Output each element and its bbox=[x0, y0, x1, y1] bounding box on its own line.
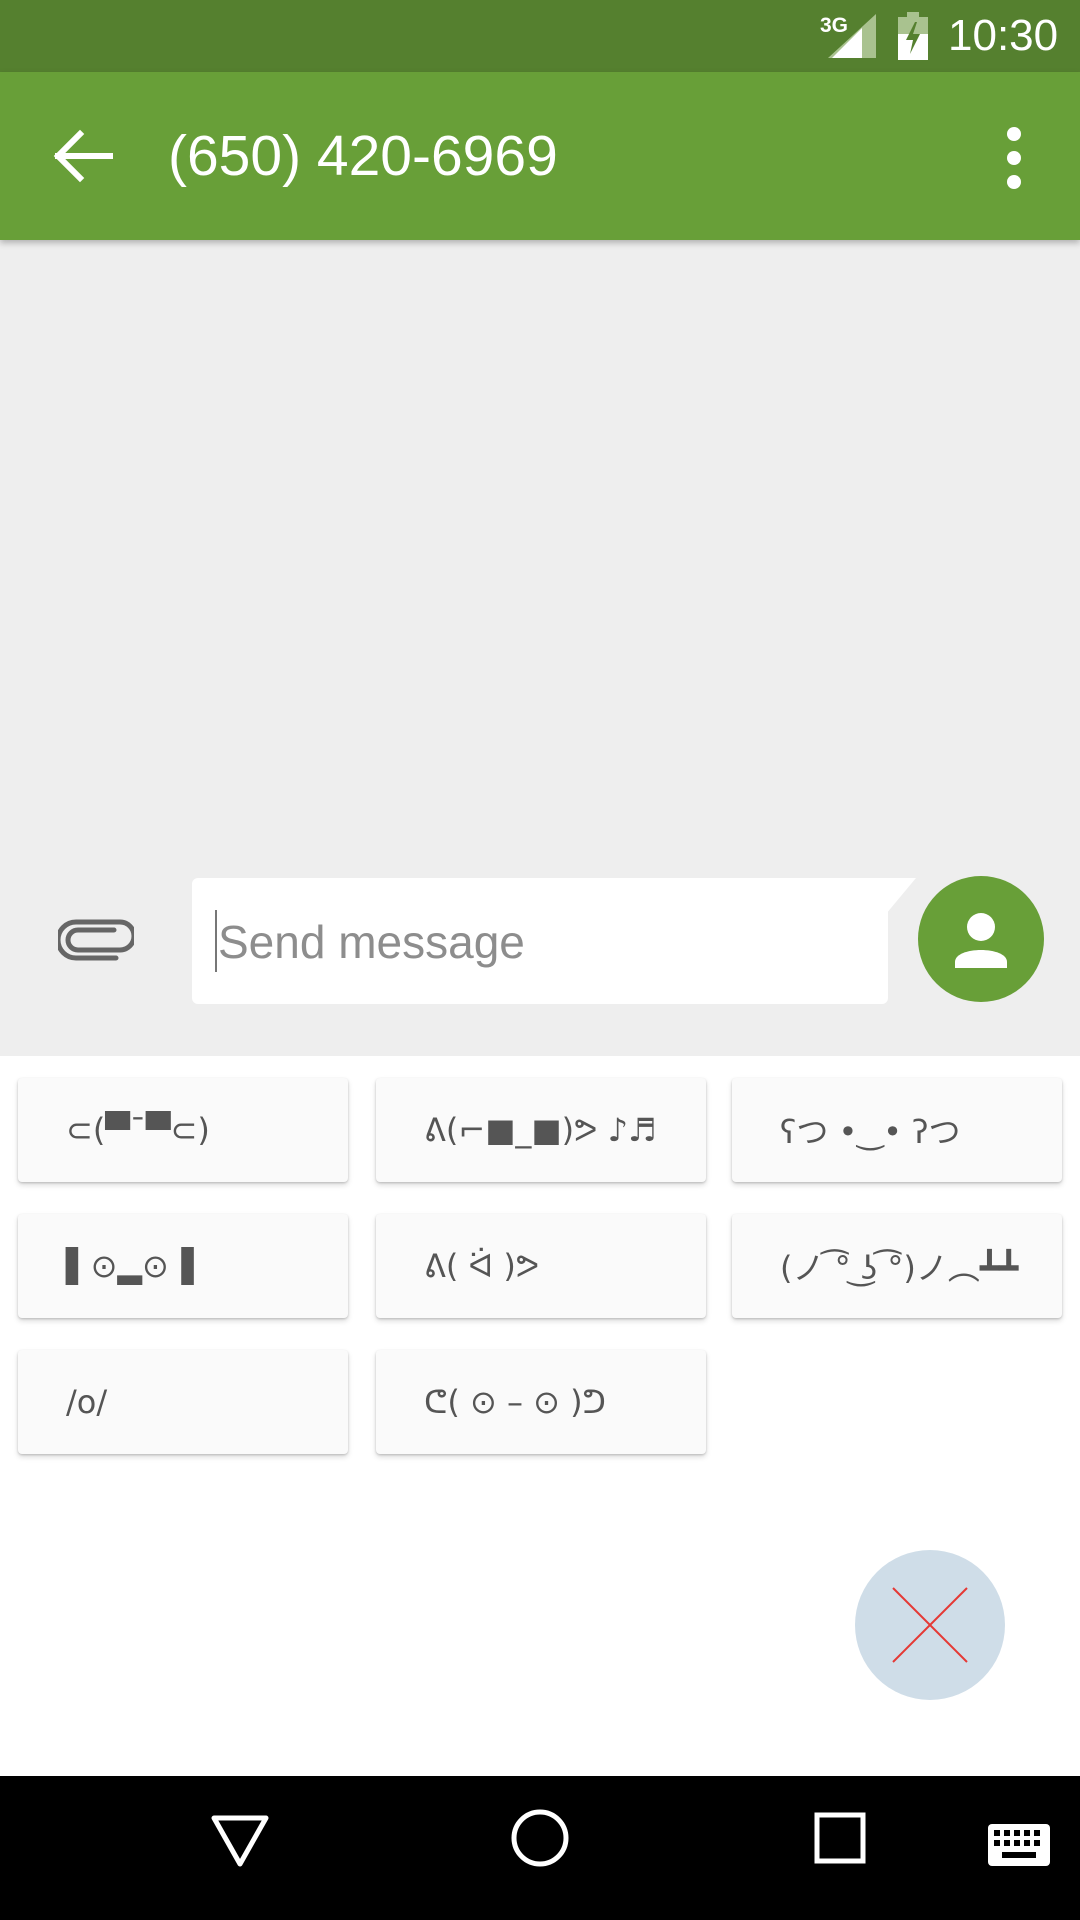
kaomoji-button[interactable]: ʕつ •‿• ʔつ bbox=[732, 1078, 1062, 1182]
kaomoji-button[interactable]: ▌⊙▂⊙▐ bbox=[18, 1214, 348, 1318]
more-vert-icon[interactable] bbox=[996, 126, 1032, 190]
message-input[interactable] bbox=[216, 878, 870, 1006]
contact-button[interactable] bbox=[918, 876, 1044, 1002]
person-icon bbox=[955, 913, 1007, 968]
kaomoji-button[interactable]: ⊂(▀¯▀⊂) bbox=[18, 1078, 348, 1182]
paperclip-icon[interactable] bbox=[58, 912, 134, 968]
compose-box bbox=[192, 878, 888, 1006]
conversation-title: (650) 420-6969 bbox=[168, 124, 558, 188]
compose-bubble-tail bbox=[886, 878, 916, 914]
status-bar: 3G 10:30 bbox=[0, 0, 1080, 72]
kaomoji-button[interactable]: ᕦ( ⊙ – ⊙ )ᕤ bbox=[376, 1350, 706, 1454]
kaomoji-button[interactable]: ᕕ( ᐛ )ᕗ bbox=[376, 1214, 706, 1318]
keyboard-icon[interactable] bbox=[988, 1824, 1050, 1866]
arrow-back-icon[interactable] bbox=[52, 128, 116, 184]
clock: 10:30 bbox=[948, 11, 1059, 60]
nav-back-triangle-icon[interactable] bbox=[208, 1810, 272, 1870]
battery-charging-icon bbox=[898, 12, 928, 60]
nav-home-circle-icon[interactable] bbox=[508, 1806, 572, 1870]
close-icon bbox=[892, 1587, 968, 1663]
nav-recents-square-icon[interactable] bbox=[812, 1810, 868, 1866]
kaomoji-button[interactable]: /o/ bbox=[18, 1350, 348, 1454]
text-cursor bbox=[215, 910, 217, 972]
cell-signal-icon bbox=[828, 14, 876, 58]
navigation-bar bbox=[0, 1776, 1080, 1920]
close-button[interactable] bbox=[855, 1550, 1005, 1700]
kaomoji-button[interactable]: ᕕ(⌐■_■)ᕗ ♪♬ bbox=[376, 1078, 706, 1182]
kaomoji-button[interactable]: (ノ ͡° ͜ʖ ͡°)ノ︵┻┻ bbox=[732, 1214, 1062, 1318]
